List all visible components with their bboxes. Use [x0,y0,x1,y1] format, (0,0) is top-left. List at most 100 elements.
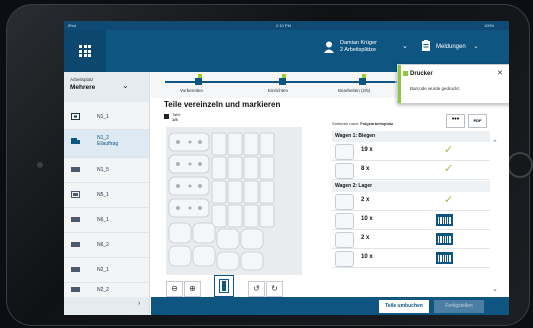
sidebar-item-n6-2[interactable]: N6_2 [64,233,149,258]
messages-label: Meldungen [436,44,466,50]
sidebar-item-n6-1[interactable]: N6_1 [64,208,149,233]
machine-icon [71,287,80,292]
rotate-right-icon: ↻ [271,284,278,293]
barcode-button[interactable] [436,233,453,245]
sidebar-item-label: N5_1 [97,192,109,198]
part-quantity: 2 x [361,197,370,203]
more-options-button[interactable]: ••• [446,114,465,128]
success-icon [403,71,408,76]
chevron-right-icon: › [138,300,141,307]
machine-icon [71,217,80,222]
machine-icon [71,242,80,247]
part-quantity: 2 x [361,235,370,241]
chevron-down-icon: ⌄ [122,81,129,90]
screen: iPad 2:10 PM 100% Damian Krüger 2 Arbeit… [64,21,509,315]
barcode-button[interactable] [436,214,453,226]
parts-list: Wagen 1: Biegen 19 x ✓ 8 x ✓ Wagen 2: La… [332,131,490,306]
sidebar-item-n1-1[interactable]: N1_1 [64,105,149,130]
sheet-nesting-view[interactable] [166,127,302,275]
part-thumbnail [335,251,354,267]
sort-label[interactable]: Sortieren nach: Folgearbeitsplatz [332,121,393,126]
list-item[interactable]: 2 x ✓ [332,192,490,211]
messages-button[interactable]: Meldungen ⌄ [422,40,479,51]
sidebar-item-n1-2[interactable]: N1_2 Eilauftrag [64,130,149,158]
rotate-left-button[interactable]: ↺ [248,281,265,297]
part-quantity: 10 x [361,216,373,222]
tablet-frame: iPad 2:10 PM 100% Damian Krüger 2 Arbeit… [6,4,533,326]
chevron-down-icon: ⌄ [473,44,479,50]
sidebar-item-label: N2_2 [97,287,109,293]
pdf-button[interactable]: PDF [468,114,487,128]
user-name: Damian Krüger [340,40,377,46]
sheet-value: 1/5 [172,117,178,122]
chevron-down-icon: ⌄ [402,43,408,50]
part-thumbnail [335,163,354,179]
sidebar-item-label: N6_1 [97,217,109,223]
workplace-selector[interactable]: Arbeitsplatz Mehrere ⌄ [64,72,149,102]
barcode-button[interactable] [436,252,453,264]
sheet-view-toggle[interactable] [214,275,234,297]
battery-label: 100% [484,23,495,28]
user-workplaces: 2 Arbeitsplätze [340,47,377,53]
machine-icon [71,191,80,198]
clock: 2:10 PM [276,23,291,28]
finish-button[interactable]: Fertigstellen [434,300,484,313]
list-scrollbar[interactable]: ⌃ ⌄ [492,139,501,299]
step-label: Vorbereiten [180,88,204,93]
zoom-in-icon: ⊕ [189,284,196,293]
home-button[interactable] [507,152,533,178]
workplace-value: Mehrere [70,84,96,91]
part-thumbnail [335,213,354,229]
machine-icon [71,113,80,120]
check-icon: ✓ [444,144,454,156]
group-header: Wagen 1: Biegen [332,131,490,142]
sort-value: Folgearbeitsplatz [360,121,394,126]
notification-body: Barcode wurde gedruckt. [410,86,461,91]
zoom-out-icon: ⊖ [171,284,178,293]
part-quantity: 19 x [361,147,373,153]
grid-icon [79,45,91,57]
machine-icon [71,267,80,272]
sidebar-item-label: N2_1 [97,267,109,273]
machine-icon [71,167,80,172]
chevron-up-icon: ⌃ [492,140,498,147]
stack-icon [164,114,169,119]
rotate-right-button[interactable]: ↻ [266,281,283,297]
chevron-down-icon: ⌄ [492,286,498,293]
app-grid-button[interactable] [64,30,106,72]
part-quantity: 10 x [361,254,373,260]
list-item[interactable]: 2 x [332,230,490,249]
user-menu[interactable]: Damian Krüger 2 Arbeitsplätze ⌄ [324,40,408,54]
sidebar-item-n1-5[interactable]: N1_5 [64,158,149,183]
nesting-drawing [168,132,275,271]
more-icon: ••• [451,116,460,123]
sort-prefix: Sortieren nach: [332,121,360,126]
rebook-parts-button[interactable]: Teile umbuchen [379,300,429,313]
part-thumbnail [335,194,354,210]
sidebar-item-n2-2[interactable]: N2_2 [64,282,149,297]
workplace-label: Arbeitsplatz [70,77,94,82]
notification-title: Drucker [410,71,433,77]
user-icon [324,41,334,53]
printer-notification: Drucker Barcode wurde gedruckt. ✕ [397,64,509,104]
sidebar-item-label: N6_2 [97,242,109,248]
sidebar-item-n5-1[interactable]: N5_1 [64,183,149,208]
sidebar-item-label: N1_1 [97,114,109,120]
close-icon[interactable]: ✕ [497,69,503,77]
step-marker-done [279,74,286,85]
zoom-out-button[interactable]: ⊖ [166,281,183,297]
zoom-in-button[interactable]: ⊕ [184,281,201,297]
sidebar-item-n2-1[interactable]: N2_1 [64,258,149,283]
page-title: Teile vereinzeln und markieren [164,100,281,109]
pdf-icon: PDF [473,118,482,123]
list-item[interactable]: 8 x ✓ [332,161,490,180]
step-marker-current [359,74,366,85]
part-thumbnail [335,232,354,248]
list-item[interactable]: 10 x [332,211,490,230]
step-label: Bearbeiten (2/5) [338,88,371,93]
sidebar-collapse-button[interactable]: › [64,297,149,315]
status-bar: iPad 2:10 PM 100% [64,21,509,30]
list-item[interactable]: 19 x ✓ [332,142,490,161]
check-icon: ✓ [444,194,454,206]
list-item[interactable]: 10 x [332,249,490,268]
